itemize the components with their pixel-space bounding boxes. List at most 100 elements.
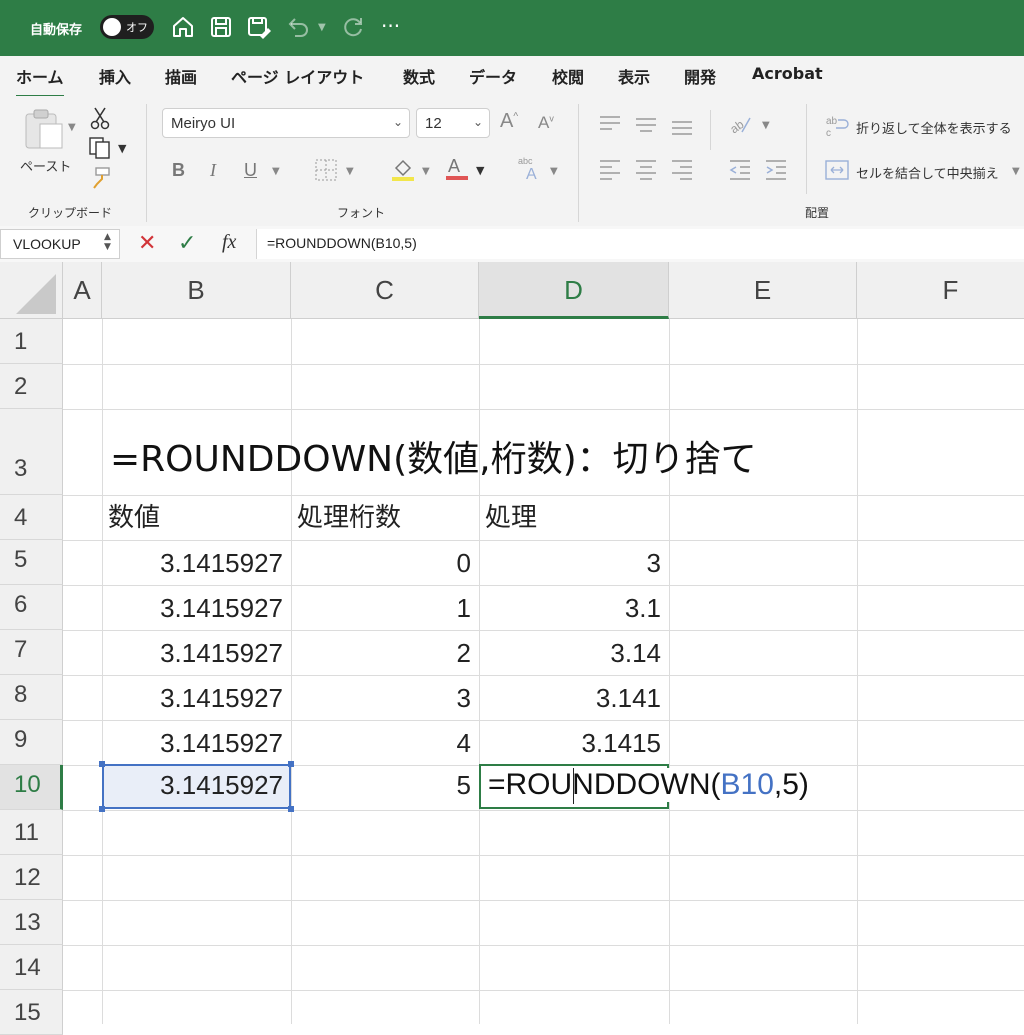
tab-home[interactable]: ホーム [16,64,64,98]
copy-icon[interactable] [88,136,112,160]
table-cell-digits[interactable]: 4 [291,723,479,768]
table-cell-digits[interactable]: 0 [291,543,479,588]
copy-chevron-icon[interactable]: ▼ [118,142,126,155]
merge-center-icon[interactable] [824,158,850,182]
column-header-a[interactable]: A [63,262,102,319]
table-cell-value[interactable]: 3.1415927 [102,543,291,588]
column-header-e[interactable]: E [669,262,857,319]
borders-icon[interactable] [314,158,338,182]
more-icon[interactable]: ··· [381,14,400,38]
table-cell-digits[interactable]: 3 [291,678,479,723]
row-header-4[interactable]: 4 [0,495,63,540]
orientation-chevron-icon[interactable]: ▼ [762,120,770,131]
autosave-toggle[interactable]: オフ [100,15,154,39]
row-header-8[interactable]: 8 [0,675,63,720]
align-center-icon[interactable] [634,158,658,180]
table-cell-value[interactable]: 3.1415927 [102,633,291,678]
align-top-icon[interactable] [598,114,622,134]
enter-check-icon[interactable]: ✓ [178,231,196,256]
paste-chevron-icon[interactable]: ▼ [68,122,76,133]
tab-view[interactable]: 表示 [618,64,650,88]
tab-acrobat[interactable]: Acrobat [752,64,823,83]
column-header-f[interactable]: F [857,262,1024,319]
table-cell-result[interactable]: 3.1415 [479,723,669,768]
row-header-3[interactable]: 3 [0,409,63,495]
column-header-d[interactable]: D [479,262,669,319]
increase-indent-icon[interactable] [764,158,788,180]
name-box[interactable]: VLOOKUP [0,229,120,259]
table-cell-value[interactable]: 3.1415927 [102,588,291,633]
tab-review[interactable]: 校閲 [552,64,584,88]
decrease-font-icon[interactable]: Av [538,113,554,133]
row-header-14[interactable]: 14 [0,945,63,990]
row-header-1[interactable]: 1 [0,319,63,364]
align-right-icon[interactable] [670,158,694,180]
phonetic-chevron-icon[interactable]: ▼ [550,166,558,177]
cell-b4-header[interactable]: 数値 [102,498,291,543]
row-header-11[interactable]: 11 [0,810,63,855]
cut-icon[interactable] [90,106,110,130]
cell-b3-title[interactable]: =ROUNDDOWN(数値,桁数)：切り捨て [110,430,757,482]
save-icon[interactable] [208,14,234,40]
align-bottom-icon[interactable] [670,114,694,136]
table-cell-result[interactable]: 3.1 [479,588,669,633]
cell-c10-digits[interactable]: 5 [291,766,479,807]
chevron-down-icon[interactable]: ▼ [318,22,326,33]
fill-color-icon[interactable] [390,156,416,182]
increase-font-icon[interactable]: A^ [500,110,518,133]
decrease-indent-icon[interactable] [728,158,752,180]
font-size-select[interactable]: 12 ⌄ [416,108,490,138]
home-icon[interactable] [170,14,196,40]
table-cell-result[interactable]: 3.14 [479,633,669,678]
cell-d10-editor[interactable]: =ROUNDDOWN(B10,5) [488,768,809,802]
table-cell-result[interactable]: 3 [479,543,669,588]
paste-icon[interactable] [22,108,66,150]
tab-insert[interactable]: 挿入 [99,64,131,88]
wrap-text-icon[interactable]: ab c [824,114,850,138]
name-box-stepper-icon[interactable]: ▲ ▼ [104,232,111,252]
align-left-icon[interactable] [598,158,622,180]
table-cell-value[interactable]: 3.1415927 [102,723,291,768]
underline-button[interactable]: U [244,160,257,181]
font-color-icon[interactable]: A [444,154,470,182]
merge-chevron-icon[interactable]: ▼ [1012,166,1020,177]
cancel-icon[interactable]: ✕ [138,231,156,256]
table-cell-digits[interactable]: 1 [291,588,479,633]
font-color-chevron-icon[interactable]: ▼ [476,164,484,177]
row-header-13[interactable]: 13 [0,900,63,945]
tab-formulas[interactable]: 数式 [403,64,435,88]
format-painter-icon[interactable] [88,166,112,190]
select-all-corner[interactable] [0,262,63,319]
table-cell-digits[interactable]: 2 [291,633,479,678]
align-middle-icon[interactable] [634,114,658,134]
row-header-6[interactable]: 6 [0,585,63,630]
column-header-c[interactable]: C [291,262,479,319]
font-name-select[interactable]: Meiryo UI ⌄ [162,108,410,138]
tab-developer[interactable]: 開発 [684,64,716,88]
italic-button[interactable]: I [210,160,216,181]
underline-chevron-icon[interactable]: ▼ [272,166,280,177]
tab-data[interactable]: データ [469,64,517,88]
bold-button[interactable]: B [172,160,185,181]
save-as-icon[interactable] [246,14,272,40]
cell-c4-header[interactable]: 処理桁数 [291,498,479,543]
redo-icon[interactable] [340,14,366,40]
row-header-7[interactable]: 7 [0,630,63,675]
row-header-2[interactable]: 2 [0,364,63,409]
row-header-10[interactable]: 10 [0,765,63,810]
row-header-15[interactable]: 15 [0,990,63,1035]
row-header-12[interactable]: 12 [0,855,63,900]
formula-input[interactable]: =ROUNDDOWN(B10,5) [256,229,1024,259]
borders-chevron-icon[interactable]: ▼ [346,166,354,177]
orientation-icon[interactable]: ab [728,112,754,136]
undo-icon[interactable] [285,14,311,40]
cell-b10-value[interactable]: 3.1415927 [102,766,291,807]
table-cell-result[interactable]: 3.141 [479,678,669,723]
wrap-text-button[interactable]: 折り返して全体を表示する [856,118,1012,137]
column-header-b[interactable]: B [102,262,291,319]
tab-page-layout[interactable]: ページ レイアウト [231,64,364,88]
fill-chevron-icon[interactable]: ▼ [422,166,430,177]
phonetic-icon[interactable]: abc A [516,154,546,182]
insert-function-button[interactable]: fx [222,231,236,254]
tab-draw[interactable]: 描画 [165,64,197,88]
